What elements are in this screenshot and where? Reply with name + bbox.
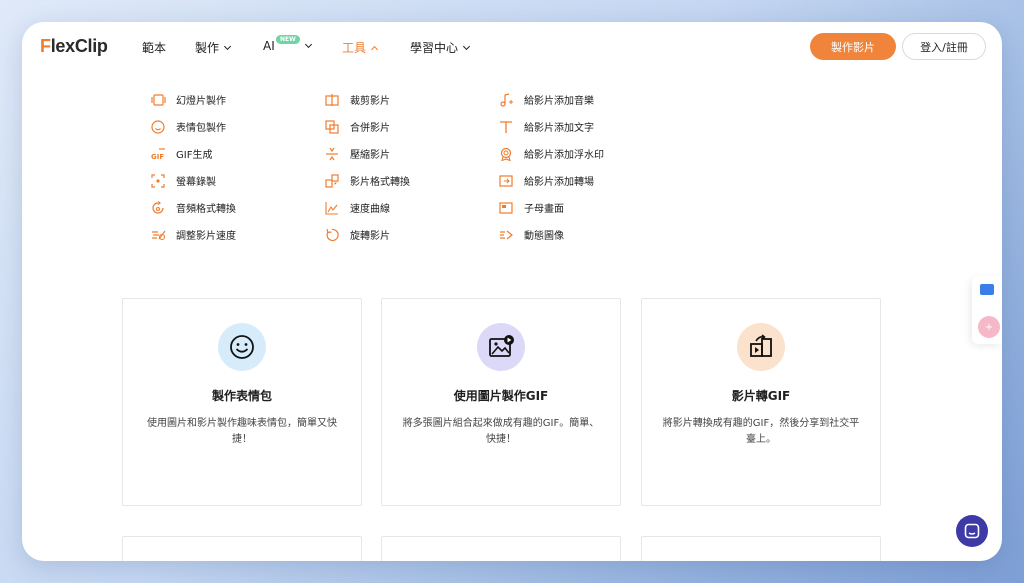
- menu-item-meme-maker[interactable]: 表情包製作: [150, 113, 236, 140]
- audio-convert-icon: [150, 200, 166, 216]
- picture-in-picture-icon: [498, 200, 514, 216]
- card-title: 影片轉GIF: [731, 389, 791, 403]
- chevron-up-icon: [370, 45, 379, 53]
- nav-tools[interactable]: 工具: [342, 39, 379, 56]
- crop-icon: [324, 92, 340, 108]
- nav-learning-center[interactable]: 學習中心: [410, 39, 471, 56]
- video-convert-icon: [324, 173, 340, 189]
- speed-curve-icon: [324, 200, 340, 216]
- nav-templates[interactable]: 範本: [142, 39, 166, 56]
- transition-icon: [498, 173, 514, 189]
- browser-window: FlexClip 範本 製作 AI NEW 工具 學習中心 製作影片 登入/註冊…: [22, 22, 1002, 561]
- menu-item-picture-in-picture[interactable]: 子母畫面: [498, 194, 604, 221]
- menu-item-add-text[interactable]: 給影片添加文字: [498, 113, 604, 140]
- card-images-to-gif[interactable]: 使用圖片製作GIF 將多張圖片組合起來做成有趣的GIF。簡單、快捷！: [381, 298, 621, 506]
- side-floating-toolbar: +: [972, 276, 1002, 344]
- new-badge: NEW: [276, 35, 300, 44]
- card-title: 使用圖片製作GIF: [453, 389, 549, 403]
- tools-menu-column-3: 給影片添加音樂 給影片添加文字 給影片添加浮水印 給影片添加轉場 子母畫面 動態…: [498, 86, 604, 248]
- menu-item-rotate-video[interactable]: 旋轉影片: [324, 221, 410, 248]
- menu-item-add-transition[interactable]: 給影片添加轉場: [498, 167, 604, 194]
- card-title: 製作表情包: [211, 389, 272, 403]
- card-description: 將影片轉換成有趣的GIF，然後分享到社交平臺上。: [662, 418, 860, 445]
- chevron-down-icon: [223, 42, 232, 50]
- menu-item-merge-video[interactable]: 合併影片: [324, 113, 410, 140]
- video-convert-icon: [737, 323, 785, 371]
- tools-menu-column-1: 幻燈片製作 表情包製作 GIF GIF生成 螢幕錄製 音頻格式轉換 調整影片速度: [150, 86, 236, 248]
- svg-text:GIF: GIF: [151, 153, 164, 160]
- chevron-down-icon: [462, 42, 471, 50]
- card-next-row-3[interactable]: [641, 536, 881, 561]
- menu-item-speed-curve[interactable]: 速度曲線: [324, 194, 410, 221]
- merge-icon: [324, 119, 340, 135]
- flexclip-logo[interactable]: FlexClip: [40, 36, 108, 57]
- image-play-icon: [477, 323, 525, 371]
- menu-item-compress-video[interactable]: 壓縮影片: [324, 140, 410, 167]
- music-note-icon: [498, 92, 514, 108]
- menu-item-crop-video[interactable]: 裁剪影片: [324, 86, 410, 113]
- mail-icon[interactable]: [980, 284, 994, 295]
- menu-item-motion-image[interactable]: 動態圖像: [498, 221, 604, 248]
- menu-item-screen-recorder[interactable]: 螢幕錄製: [150, 167, 236, 194]
- login-register-button[interactable]: 登入/註冊: [902, 33, 986, 60]
- chat-icon: [964, 523, 980, 539]
- tools-menu-column-2: 裁剪影片 合併影片 壓縮影片 影片格式轉換 速度曲線 旋轉影片: [324, 86, 410, 248]
- card-meme-maker[interactable]: 製作表情包 使用圖片和影片製作趣味表情包，簡單又快捷！: [122, 298, 362, 506]
- gif-icon: GIF: [150, 146, 166, 162]
- menu-item-audio-converter[interactable]: 音頻格式轉換: [150, 194, 236, 221]
- card-next-row-2[interactable]: [381, 536, 621, 561]
- card-video-to-gif[interactable]: 影片轉GIF 將影片轉換成有趣的GIF，然後分享到社交平臺上。: [641, 298, 881, 506]
- screen-record-icon: [150, 173, 166, 189]
- smiley-icon: [150, 119, 166, 135]
- card-description: 將多張圖片組合起來做成有趣的GIF。簡單、快捷！: [402, 418, 600, 445]
- watermark-icon: [498, 146, 514, 162]
- compress-icon: [324, 146, 340, 162]
- speed-icon: [150, 227, 166, 243]
- slideshow-icon: [150, 92, 166, 108]
- translate-icon[interactable]: +: [978, 316, 1000, 338]
- motion-icon: [498, 227, 514, 243]
- card-next-row-1[interactable]: [122, 536, 362, 561]
- chevron-down-icon: [304, 40, 312, 49]
- menu-item-add-music[interactable]: 給影片添加音樂: [498, 86, 604, 113]
- chat-support-button[interactable]: [956, 515, 988, 547]
- menu-item-video-format-converter[interactable]: 影片格式轉換: [324, 167, 410, 194]
- menu-item-video-speed[interactable]: 調整影片速度: [150, 221, 236, 248]
- nav-create[interactable]: 製作: [195, 39, 232, 56]
- menu-item-gif-maker[interactable]: GIF GIF生成: [150, 140, 236, 167]
- create-video-button[interactable]: 製作影片: [810, 33, 896, 60]
- menu-item-slideshow[interactable]: 幻燈片製作: [150, 86, 236, 113]
- text-icon: [498, 119, 514, 135]
- menu-item-add-watermark[interactable]: 給影片添加浮水印: [498, 140, 604, 167]
- card-description: 使用圖片和影片製作趣味表情包，簡單又快捷！: [147, 418, 337, 445]
- rotate-icon: [324, 227, 340, 243]
- smiley-icon: [218, 323, 266, 371]
